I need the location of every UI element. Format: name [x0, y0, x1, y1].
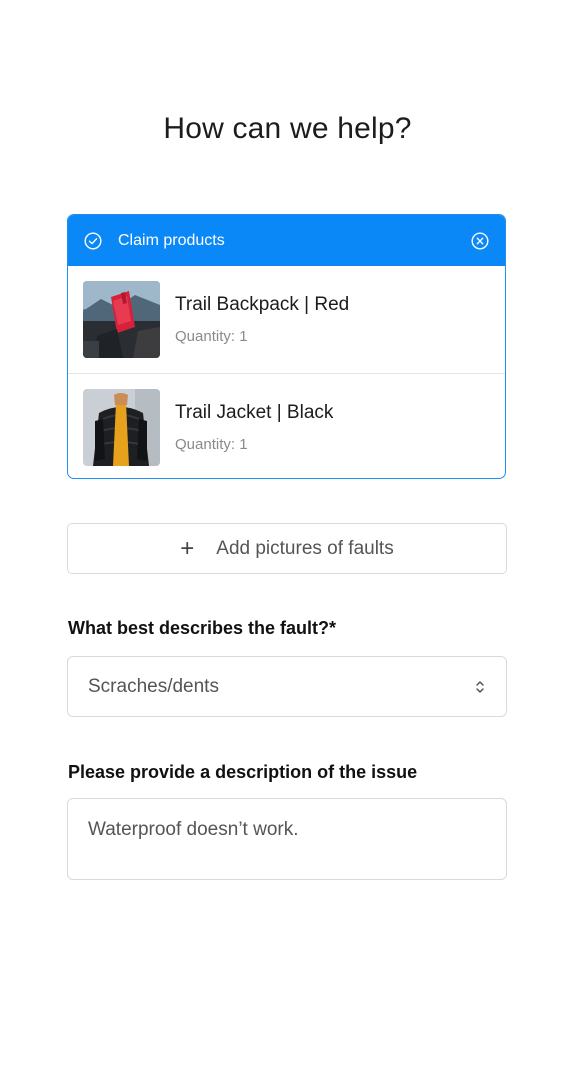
fault-select[interactable]: Scraches/dents [67, 656, 507, 717]
description-field-label: Please provide a description of the issu… [68, 762, 418, 782]
description-textarea[interactable]: Waterproof doesn’t work. [67, 798, 507, 880]
product-name: Trail Backpack | Red [175, 294, 350, 315]
claim-products-panel: Claim products Trail Backpack | Red Quan… [67, 214, 506, 479]
product-quantity: Quantity: 1 [175, 328, 248, 345]
add-pictures-label: Add pictures of faults [216, 537, 394, 559]
claim-products-label: Claim products [118, 231, 225, 249]
fault-select-value: Scraches/dents [88, 675, 219, 697]
select-chevrons-icon [474, 678, 486, 696]
jacket-product-image [83, 388, 160, 466]
product-item-jacket[interactable]: Trail Jacket | Black Quantity: 1 [68, 373, 505, 478]
claim-products-header[interactable]: Claim products [68, 215, 505, 266]
product-quantity: Quantity: 1 [175, 435, 248, 453]
backpack-product-image [83, 281, 160, 358]
page-title: How can we help? [163, 112, 412, 145]
product-item-backpack[interactable]: Trail Backpack | Red Quantity: 1 [68, 266, 505, 373]
plus-icon: + [180, 534, 195, 562]
product-name: Trail Jacket | Black [175, 401, 334, 423]
close-circle-icon[interactable] [471, 231, 489, 250]
check-circle-icon [84, 231, 102, 250]
add-pictures-button[interactable]: + Add pictures of faults [67, 523, 507, 574]
fault-field-label: What best describes the fault?* [68, 618, 337, 638]
description-text: Waterproof doesn’t work. [88, 819, 299, 840]
